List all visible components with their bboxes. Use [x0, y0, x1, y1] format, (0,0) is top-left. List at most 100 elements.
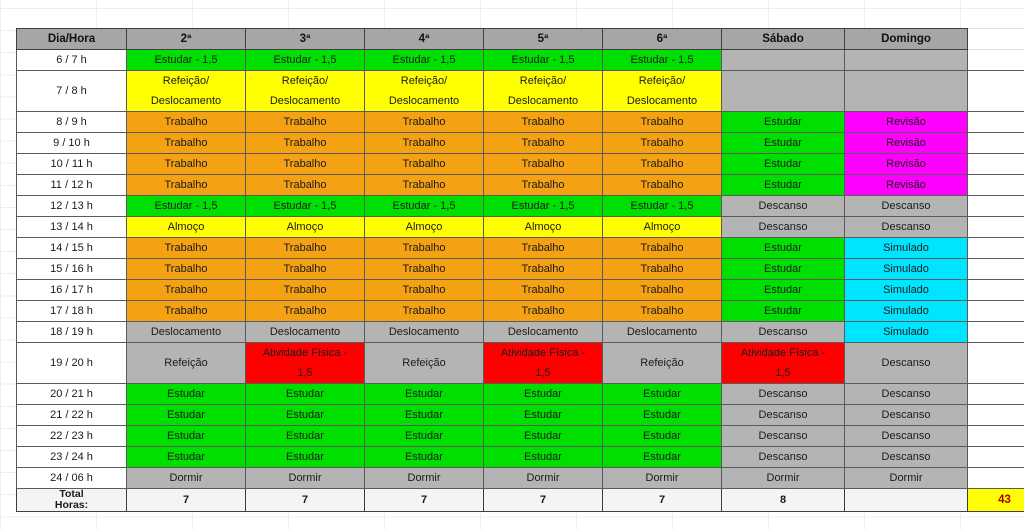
- schedule-table-container: Dia/Hora 2ª 3ª 4ª 5ª 6ª Sábado Domingo 6…: [16, 28, 1024, 512]
- schedule-cell: Estudar: [483, 404, 603, 426]
- empty-trailing-cell: [967, 404, 1024, 426]
- schedule-cell: Estudar: [721, 132, 845, 154]
- schedule-cell: Simulado: [844, 321, 968, 343]
- hour-label-cell: 13 / 14 h: [16, 216, 127, 238]
- header-terca: 3ª: [245, 28, 365, 50]
- schedule-cell: Estudar - 1,5: [483, 49, 603, 71]
- empty-trailing-cell: [967, 321, 1024, 343]
- header-segunda: 2ª: [126, 28, 246, 50]
- hour-label-cell: 22 / 23 h: [16, 425, 127, 447]
- table-row: 19 / 20 h Refeição Atividade Física -1,5 Re…: [16, 342, 1024, 384]
- schedule-cell: Dormir: [245, 467, 365, 489]
- hour-label-cell: 6 / 7 h: [16, 49, 127, 71]
- schedule-cell: Estudar: [126, 404, 246, 426]
- schedule-cell: Deslocamento: [483, 321, 603, 343]
- schedule-cell: Almoço: [364, 216, 484, 238]
- empty-trailing-cell: [967, 467, 1024, 489]
- schedule-cell: Trabalho: [126, 237, 246, 259]
- schedule-cell: Trabalho: [126, 300, 246, 322]
- table-row: 14 / 15 h Trabalho Trabalho Trabalho Trabalh…: [16, 237, 1024, 259]
- schedule-cell: Trabalho: [483, 237, 603, 259]
- schedule-cell: Trabalho: [483, 153, 603, 175]
- schedule-cell: Estudar: [364, 425, 484, 447]
- cell-text-line1: Refeição/: [638, 75, 686, 87]
- schedule-cell: Almoço: [245, 216, 365, 238]
- schedule-cell: Trabalho: [602, 237, 722, 259]
- hour-label-cell: 17 / 18 h: [16, 300, 127, 322]
- table-row: 13 / 14 h Almoço Almoço Almoço Almoço Almoço D…: [16, 216, 1024, 238]
- schedule-cell: Descanso: [844, 195, 968, 217]
- total-sabado: 8: [721, 488, 845, 512]
- schedule-cell: Estudar - 1,5: [602, 195, 722, 217]
- cell-text-line1: Refeição/: [519, 75, 567, 87]
- schedule-cell: Refeição/Deslocamento: [245, 70, 365, 112]
- schedule-cell: Trabalho: [602, 111, 722, 133]
- schedule-page: Dia/Hora 2ª 3ª 4ª 5ª 6ª Sábado Domingo 6…: [0, 0, 1024, 530]
- empty-trailing-cell: [967, 342, 1024, 384]
- empty-trailing-cell: [967, 174, 1024, 196]
- schedule-cell: Estudar: [483, 446, 603, 468]
- hour-label-cell: 15 / 16 h: [16, 258, 127, 280]
- schedule-cell: Refeição/Deslocamento: [483, 70, 603, 112]
- table-row: 9 / 10 h Trabalho Trabalho Trabalho Trabalho…: [16, 132, 1024, 154]
- schedule-cell: Refeição: [126, 342, 246, 384]
- grand-total-cell: 43: [967, 488, 1024, 512]
- schedule-cell: Trabalho: [483, 279, 603, 301]
- schedule-cell: Estudar: [245, 446, 365, 468]
- schedule-cell: Estudar: [721, 279, 845, 301]
- schedule-cell: Simulado: [844, 300, 968, 322]
- empty-trailing-cell: [967, 153, 1024, 175]
- schedule-cell: Trabalho: [126, 174, 246, 196]
- empty-trailing-cell: [967, 195, 1024, 217]
- total-quarta: 7: [364, 488, 484, 512]
- schedule-cell: Trabalho: [364, 279, 484, 301]
- schedule-cell: Refeição/Deslocamento: [602, 70, 722, 112]
- schedule-cell: Almoço: [126, 216, 246, 238]
- schedule-cell: Descanso: [721, 404, 845, 426]
- schedule-cell: Almoço: [602, 216, 722, 238]
- table-row: 18 / 19 h Deslocamento Deslocamento Desloca…: [16, 321, 1024, 343]
- schedule-cell: Trabalho: [483, 300, 603, 322]
- hour-label-cell: 23 / 24 h: [16, 446, 127, 468]
- schedule-cell: Estudar - 1,5: [126, 49, 246, 71]
- empty-trailing-cell: [967, 300, 1024, 322]
- empty-trailing-cell: [967, 258, 1024, 280]
- cell-text-line2: Deslocamento: [626, 95, 698, 107]
- table-row: 23 / 24 h Estudar Estudar Estudar Estudar Est…: [16, 446, 1024, 468]
- schedule-cell: Trabalho: [245, 174, 365, 196]
- schedule-cell: Trabalho: [364, 111, 484, 133]
- schedule-cell: Trabalho: [245, 237, 365, 259]
- total-row: Total Horas: 7 7 7 7 7 8 43: [16, 488, 1024, 512]
- schedule-cell: Estudar: [364, 404, 484, 426]
- schedule-cell: Trabalho: [126, 258, 246, 280]
- schedule-cell: Estudar: [364, 446, 484, 468]
- hour-label-cell: 11 / 12 h: [16, 174, 127, 196]
- schedule-cell: Trabalho: [602, 258, 722, 280]
- schedule-cell: Dormir: [483, 467, 603, 489]
- table-header-row: Dia/Hora 2ª 3ª 4ª 5ª 6ª Sábado Domingo: [16, 28, 1024, 50]
- schedule-cell: Estudar: [483, 383, 603, 405]
- schedule-cell: Estudar: [245, 404, 365, 426]
- schedule-cell: Estudar: [483, 425, 603, 447]
- schedule-cell: Dormir: [602, 467, 722, 489]
- schedule-cell: Descanso: [844, 342, 968, 384]
- schedule-cell: Estudar: [721, 258, 845, 280]
- hour-label-cell: 21 / 22 h: [16, 404, 127, 426]
- schedule-cell: Descanso: [721, 425, 845, 447]
- schedule-cell: Trabalho: [602, 279, 722, 301]
- table-row: 17 / 18 h Trabalho Trabalho Trabalho Trabalh…: [16, 300, 1024, 322]
- hour-label-cell: 14 / 15 h: [16, 237, 127, 259]
- schedule-cell: Trabalho: [364, 300, 484, 322]
- header-empty-column: [967, 28, 1024, 50]
- schedule-cell: Descanso: [844, 404, 968, 426]
- schedule-cell: Trabalho: [126, 279, 246, 301]
- hour-label-cell: 9 / 10 h: [16, 132, 127, 154]
- cell-text-line1: Atividade Física -: [262, 347, 348, 359]
- schedule-cell: Estudar: [602, 383, 722, 405]
- cell-text-line2: Deslocamento: [150, 95, 222, 107]
- schedule-cell: Trabalho: [126, 153, 246, 175]
- schedule-cell: Estudar: [245, 383, 365, 405]
- cell-text-line2: Deslocamento: [507, 95, 579, 107]
- schedule-cell: Descanso: [721, 446, 845, 468]
- schedule-cell: Trabalho: [245, 258, 365, 280]
